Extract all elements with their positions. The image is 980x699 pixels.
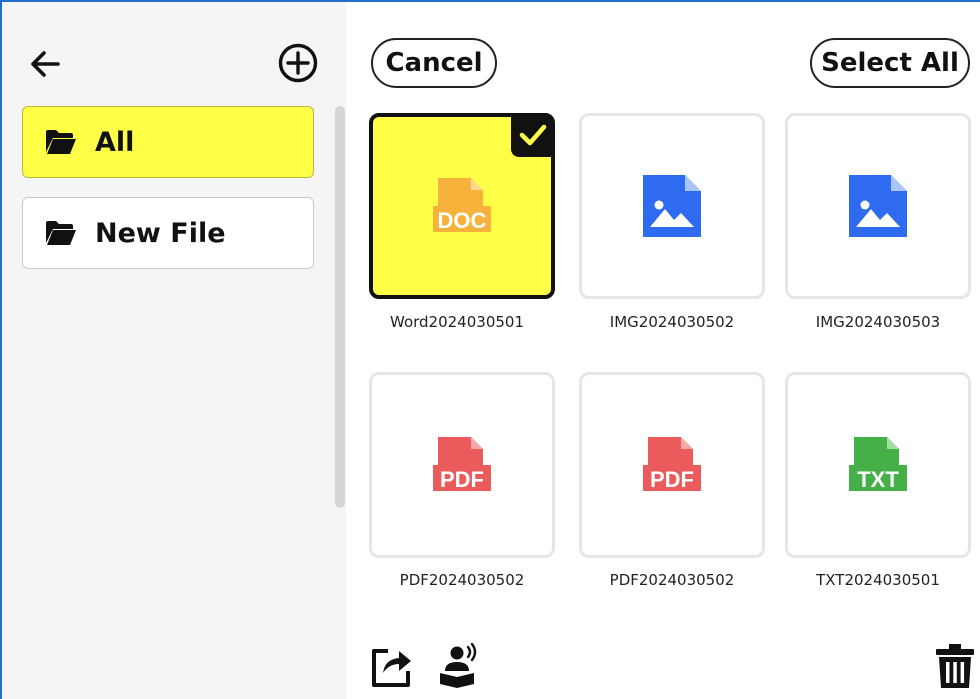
image-file-icon <box>643 175 701 237</box>
file-name-label: TXT2024030501 <box>816 571 940 589</box>
svg-text:PDF: PDF <box>440 467 484 492</box>
folder-item-all[interactable]: All <box>22 106 314 178</box>
file-tile-img2024030502[interactable] <box>579 113 765 299</box>
back-arrow-icon[interactable] <box>26 44 66 84</box>
svg-text:TXT: TXT <box>857 467 899 492</box>
svg-text:PDF: PDF <box>650 467 694 492</box>
select-all-button[interactable]: Select All <box>810 38 970 88</box>
doc-file-icon: DOC <box>433 178 491 233</box>
folder-open-icon <box>46 130 76 154</box>
pdf-file-icon: PDF <box>433 437 491 492</box>
folder-item-new-file[interactable]: New File <box>22 197 314 269</box>
txt-file-icon: TXT <box>849 437 907 492</box>
file-tile-img2024030503[interactable] <box>785 113 971 299</box>
file-name-label: IMG2024030503 <box>815 313 941 331</box>
file-tile-txt2024030501[interactable]: TXT <box>785 372 971 558</box>
folder-item-label: New File <box>95 217 226 249</box>
read-aloud-icon[interactable] <box>437 642 483 693</box>
image-file-icon <box>849 175 907 237</box>
svg-text:DOC: DOC <box>438 208 487 233</box>
file-name-label: PDF2024030502 <box>399 571 525 589</box>
file-name-label: PDF2024030502 <box>609 571 735 589</box>
add-folder-icon[interactable] <box>277 42 319 84</box>
pdf-file-icon: PDF <box>643 437 701 492</box>
sidebar-scrollbar[interactable] <box>335 106 345 508</box>
share-icon[interactable] <box>369 643 415 693</box>
folder-item-label: All <box>95 126 135 158</box>
file-name-label: Word2024030501 <box>390 313 524 331</box>
folder-sidebar: All New File <box>2 2 346 699</box>
file-tile-word2024030501[interactable]: DOC <box>369 113 555 299</box>
file-tile-pdf2024030502-b[interactable]: PDF <box>579 372 765 558</box>
file-tile-pdf2024030502-a[interactable]: PDF <box>369 372 555 558</box>
selected-check-icon <box>511 113 555 157</box>
file-name-label: IMG2024030502 <box>609 313 735 331</box>
trash-icon[interactable] <box>934 643 976 693</box>
folder-open-icon <box>46 221 76 245</box>
cancel-button[interactable]: Cancel <box>371 38 497 88</box>
